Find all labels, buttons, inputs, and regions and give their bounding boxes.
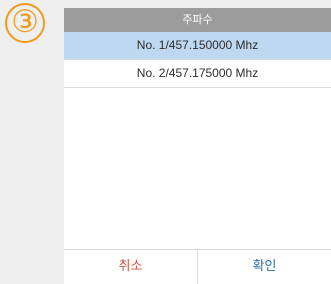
frequency-option-1[interactable]: No. 1/457.150000 Mhz xyxy=(64,32,331,60)
frequency-option-2[interactable]: No. 2/457.175000 Mhz xyxy=(64,60,331,88)
cancel-button[interactable]: 취소 xyxy=(64,250,197,284)
step-number-badge: ③ xyxy=(5,3,45,43)
confirm-button[interactable]: 확인 xyxy=(197,250,331,284)
frequency-option-list: No. 1/457.150000 Mhz No. 2/457.175000 Mh… xyxy=(64,32,331,88)
frequency-dialog: 주파수 No. 1/457.150000 Mhz No. 2/457.17500… xyxy=(64,8,331,284)
dialog-title: 주파수 xyxy=(64,8,331,32)
dialog-button-bar: 취소 확인 xyxy=(64,249,331,284)
